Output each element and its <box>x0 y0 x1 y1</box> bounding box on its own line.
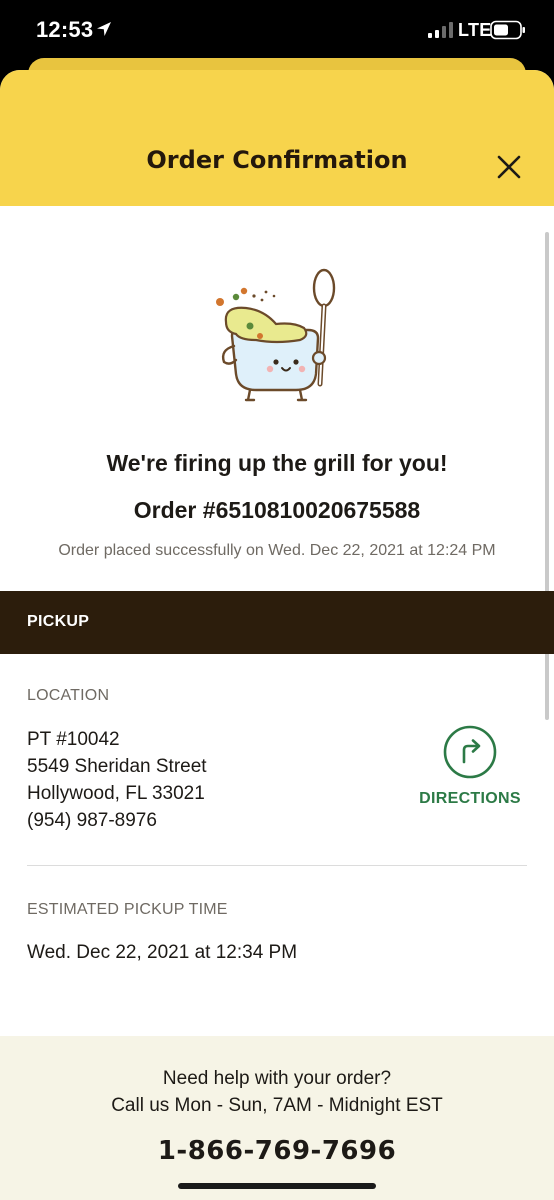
directions-button[interactable]: DIRECTIONS <box>412 724 528 814</box>
location-arrow-icon <box>97 22 111 36</box>
order-number: Order #6510810020675588 <box>133 497 421 523</box>
network-type: LTE <box>458 20 492 40</box>
sheet-header: Order Confirmation <box>0 70 554 206</box>
help-phone-link[interactable]: 1-866-769-7696 <box>0 1136 554 1166</box>
close-icon[interactable] <box>494 152 524 182</box>
help-footer: Need help with your order? Call us Mon -… <box>0 1036 554 1200</box>
address-line: Hollywood, FL 33021 <box>27 783 205 804</box>
pickup-label: PICKUP <box>27 613 90 630</box>
address-line: 5549 Sheridan Street <box>27 756 207 777</box>
directions-arrow-icon <box>443 725 497 779</box>
directions-label: DIRECTIONS <box>419 790 521 807</box>
order-placed-text: Order placed successfully on Wed. Dec 22… <box>58 542 496 559</box>
help-hours: Call us Mon - Sun, 7AM - Midnight EST <box>111 1095 443 1116</box>
home-indicator[interactable] <box>178 1183 376 1189</box>
phone-number[interactable]: (954) 987-8976 <box>27 810 157 832</box>
page-title: Order Confirmation <box>146 146 408 174</box>
divider <box>27 865 527 866</box>
battery-icon <box>490 20 525 40</box>
address-line: PT #10042 <box>27 729 120 750</box>
soup-pot-mascot <box>216 268 336 402</box>
status-bar: 12:53 LTE <box>0 0 554 62</box>
pickup-time: Wed. Dec 22, 2021 at 12:34 PM <box>27 942 298 963</box>
confirmation-headline: We're firing up the grill for you! <box>106 450 448 476</box>
location-label: LOCATION <box>27 687 110 704</box>
pickup-time-label: ESTIMATED PICKUP TIME <box>27 901 228 918</box>
help-question: Need help with your order? <box>162 1068 392 1089</box>
order-confirmation-sheet: Order Confirmation We're firing up the g… <box>0 70 554 1200</box>
status-time: 12:53 <box>36 17 94 42</box>
pickup-banner: PICKUP <box>0 591 554 654</box>
signal-icon <box>428 22 453 38</box>
